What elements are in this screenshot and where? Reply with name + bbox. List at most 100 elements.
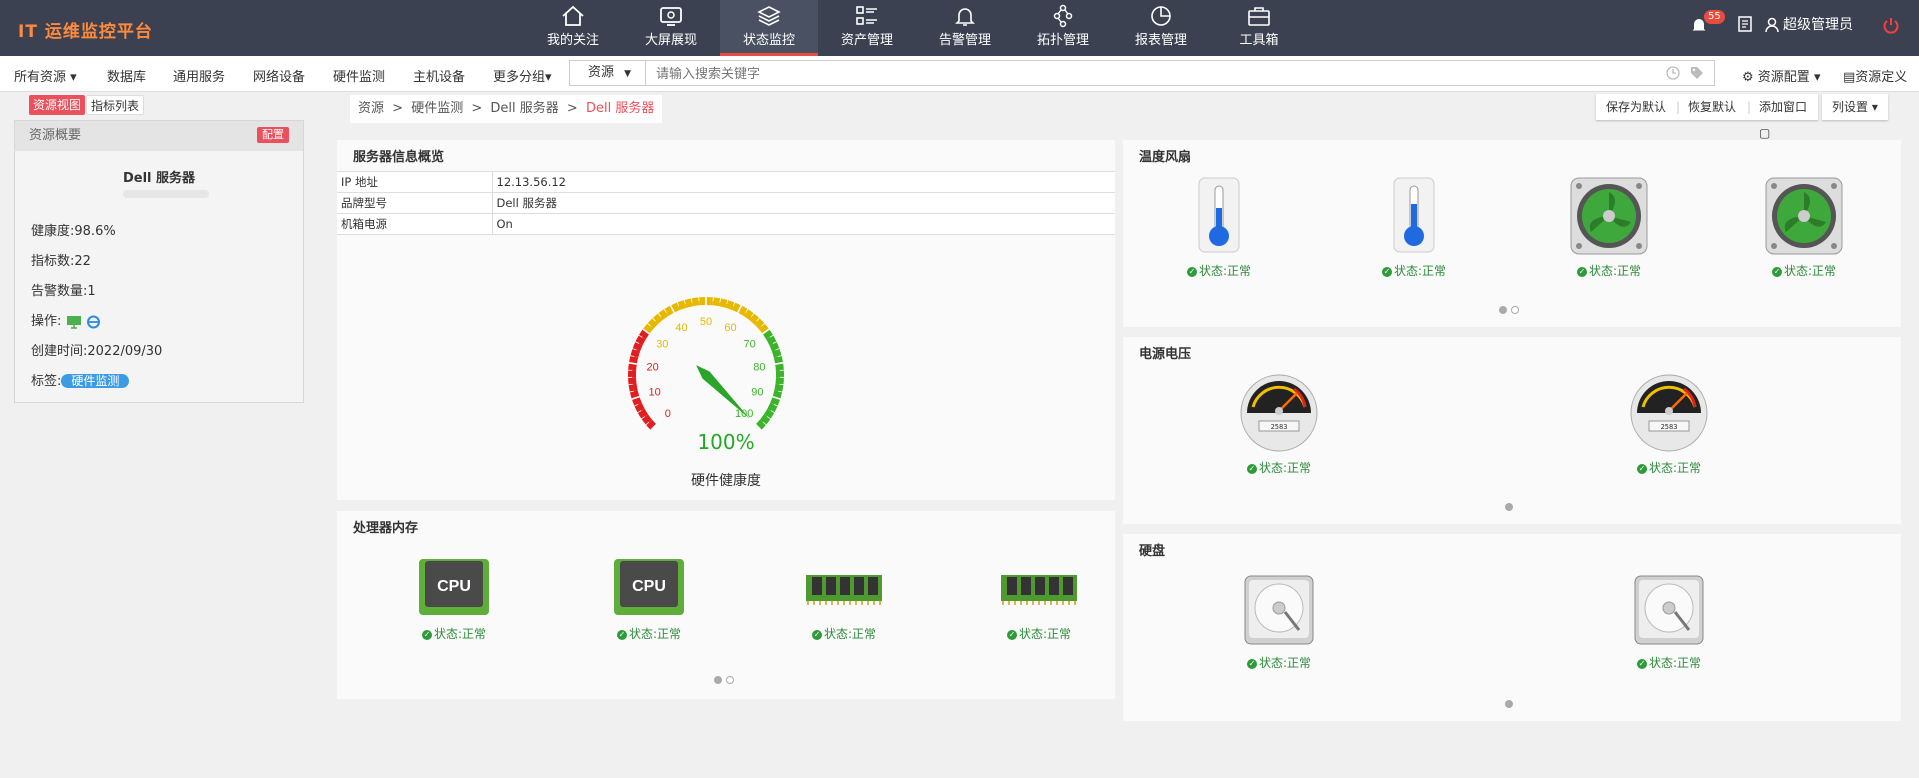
gauge-band-segment xyxy=(775,370,784,378)
card-title: 电源电压 xyxy=(1139,347,1192,362)
save-default-button[interactable]: 保存为默认 xyxy=(1606,94,1666,120)
memory-item[interactable]: ✓ 状态:正常 xyxy=(784,555,904,642)
label: 指标数: xyxy=(31,254,75,269)
check-icon: ✓ xyxy=(1576,266,1587,277)
breadcrumb-item[interactable]: Dell 服务器 xyxy=(490,101,558,116)
column-settings-button[interactable]: 列设置 ▾ xyxy=(1822,94,1888,120)
resource-define-menu[interactable]: ▤资源定义 xyxy=(1843,66,1907,85)
disk-item[interactable]: ✓ 状态:正常 xyxy=(1609,572,1729,671)
cpu-chip-icon: CPU xyxy=(614,559,684,615)
button-label: 添加窗口 xyxy=(1759,100,1808,114)
search-input[interactable] xyxy=(656,64,1616,82)
voltage-meter-item[interactable]: 2583 ✓ 状态:正常 xyxy=(1219,373,1339,476)
memory-item[interactable]: ✓ 状态:正常 xyxy=(979,555,1099,642)
user-name[interactable]: 超级管理员 xyxy=(1783,14,1853,34)
config-button[interactable]: 配置 xyxy=(257,127,289,143)
restore-default-button[interactable]: 恢复默认 xyxy=(1688,94,1736,120)
alerts-value: 1 xyxy=(87,284,96,299)
status-text: 状态:正常 xyxy=(1648,656,1702,670)
status-indicator: ✓ 状态:正常 xyxy=(1219,459,1339,476)
group-common-service[interactable]: 通用服务 xyxy=(173,66,225,85)
group-all-resources[interactable]: 所有资源 ▾ xyxy=(14,66,77,85)
breadcrumb-sep: > xyxy=(471,101,483,116)
group-network-device[interactable]: 网络设备 xyxy=(253,66,305,85)
pager-dot[interactable] xyxy=(1499,306,1507,314)
breadcrumb-item[interactable]: 资源 xyxy=(358,101,384,116)
nav-label: 工具箱 xyxy=(1239,33,1279,48)
cpu-item[interactable]: CPU ✓ 状态:正常 xyxy=(394,555,514,642)
gauge-value: 100% xyxy=(697,430,755,454)
group-host-device[interactable]: 主机设备 xyxy=(413,66,465,85)
nav-big-screen[interactable]: 大屏展现 xyxy=(622,0,720,56)
pager-dot[interactable] xyxy=(1505,503,1513,511)
nav-label: 资产管理 xyxy=(840,33,893,48)
gauge-tick-label: 70 xyxy=(744,338,756,350)
gauge-band-segment xyxy=(775,377,784,385)
cpu-chip-label: CPU xyxy=(437,578,471,595)
nav-my-focus[interactable]: 我的关注 xyxy=(524,0,622,56)
topology-icon xyxy=(1053,4,1073,28)
card-title: 温度风扇 xyxy=(1139,150,1192,165)
meter-digits: 2583 xyxy=(1661,423,1678,431)
tag-badge[interactable]: 硬件监测 xyxy=(61,374,130,388)
cpu-item[interactable]: CPU ✓ 状态:正常 xyxy=(589,555,709,642)
temperature-fan-card: 温度风扇 ✓ 状态:正常 ✓ 状态:正常 ✓ 状态:正常 ✓ 状态:正常 xyxy=(1123,140,1901,327)
pager-dot[interactable] xyxy=(714,676,722,684)
cpu-chip-label: CPU xyxy=(632,578,666,595)
power-off-icon[interactable] xyxy=(1882,16,1900,34)
nav-asset-mgmt[interactable]: 资产管理 xyxy=(818,0,916,56)
nav-alarm-mgmt[interactable]: 告警管理 xyxy=(916,0,1014,56)
group-hardware-monitor[interactable]: 硬件监测 xyxy=(333,66,385,85)
gauge-tick-label: 40 xyxy=(675,322,687,334)
thermometer-item[interactable]: ✓ 状态:正常 xyxy=(1354,176,1474,279)
check-icon: ✓ xyxy=(811,629,822,640)
pager-dot[interactable] xyxy=(1505,700,1513,708)
breadcrumb-sep: > xyxy=(566,101,578,116)
thermometer-item[interactable]: ✓ 状态:正常 xyxy=(1159,176,1279,279)
breadcrumb-item[interactable]: 硬件监测 xyxy=(411,101,463,116)
message-icon[interactable] xyxy=(1737,16,1753,32)
voltage-meter-item[interactable]: 2583 ✓ 状态:正常 xyxy=(1609,373,1729,476)
resource-config-menu[interactable]: ⚙ 资源配置 ▾ xyxy=(1742,66,1820,85)
power-voltage-card: 电源电压 2583 ✓ 状态:正常 2583 ✓ 状态:正常 xyxy=(1123,337,1901,524)
check-icon: ✓ xyxy=(1636,658,1647,669)
nav-status-monitor[interactable]: 状态监控 xyxy=(720,0,818,56)
nav-topology-mgmt[interactable]: 拓扑管理 xyxy=(1014,0,1112,56)
gauge-band-segment xyxy=(628,377,637,385)
pager-dot[interactable] xyxy=(1511,306,1519,314)
add-window-button[interactable]: 添加窗口▢ xyxy=(1759,94,1818,146)
gauge-tick-label: 60 xyxy=(724,322,736,334)
health-gauge: 0 10 20 30 40 50 60 70 80 90 100 xyxy=(628,297,784,431)
status-text: 状态:正常 xyxy=(1198,264,1252,278)
fan-icon xyxy=(1765,177,1843,255)
remote-desktop-icon[interactable] xyxy=(66,315,82,329)
created-row: 创建时间:2022/09/30 xyxy=(31,340,162,359)
fan-item[interactable]: ✓ 状态:正常 xyxy=(1549,176,1669,279)
fan-item[interactable]: ✓ 状态:正常 xyxy=(1744,176,1864,279)
group-database[interactable]: 数据库 xyxy=(107,66,146,85)
disk-item[interactable]: ✓ 状态:正常 xyxy=(1219,572,1339,671)
ie-browser-icon[interactable] xyxy=(86,315,101,329)
gauge-needle xyxy=(696,365,750,419)
tab-resource-view[interactable]: 资源视图 xyxy=(29,95,86,115)
gauge-tick xyxy=(779,383,784,386)
group-more[interactable]: 更多分组▾ xyxy=(493,66,552,85)
pager-dot[interactable] xyxy=(726,676,734,684)
group-label: 所有资源 xyxy=(14,70,67,85)
table-row: 机箱电源 On xyxy=(337,213,1115,235)
history-clock-icon[interactable] xyxy=(1666,66,1680,80)
tag-icon[interactable] xyxy=(1690,66,1704,80)
notification-count: 55 xyxy=(1704,10,1725,24)
check-icon: ✓ xyxy=(1636,463,1647,474)
nav-report-mgmt[interactable]: 报表管理 xyxy=(1112,0,1210,56)
monitor-icon xyxy=(660,7,682,26)
toolbox-icon xyxy=(1248,7,1270,26)
card-title: 硬盘 xyxy=(1139,544,1166,559)
check-icon: ✓ xyxy=(1006,629,1017,640)
check-icon: ✓ xyxy=(1381,266,1392,277)
search-type-select[interactable]: 资源 ▼ xyxy=(570,61,646,85)
tab-metric-list[interactable]: 指标列表 xyxy=(86,95,145,115)
nav-toolbox[interactable]: 工具箱 xyxy=(1210,0,1308,56)
thermometer-icon xyxy=(1393,177,1435,253)
status-indicator: ✓ 状态:正常 xyxy=(979,625,1099,642)
